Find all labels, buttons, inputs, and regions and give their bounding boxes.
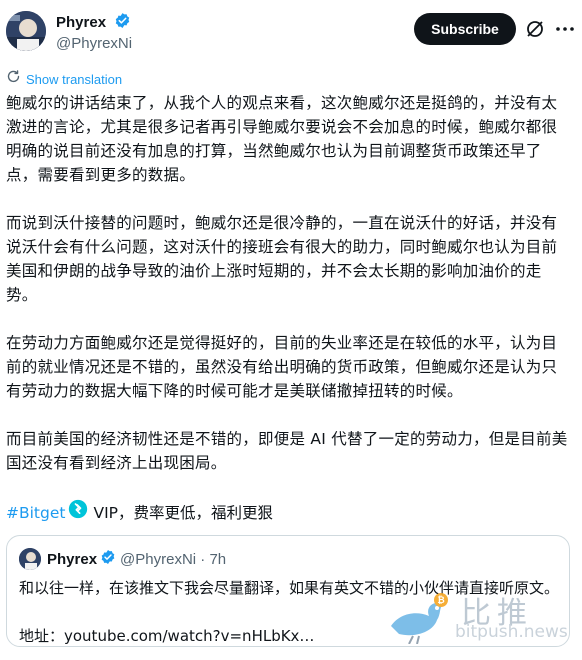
subscribe-button[interactable]: Subscribe <box>414 13 516 45</box>
quoted-author-name: Phyrex <box>47 550 98 568</box>
grok-icon[interactable] <box>523 17 547 41</box>
svg-text:₿: ₿ <box>437 595 444 606</box>
tweet-text: 鲍威尔的讲话结束了，从我个人的观点来看，这次鲍威尔还是挺鸽的，并没有太激进的言论… <box>6 91 570 526</box>
promo-text: VIP，费率更低，福利更狠 <box>93 503 273 522</box>
promo-line: #Bitget VIP，费率更低，福利更狠 <box>6 499 570 526</box>
hashtag-link[interactable]: #Bitget <box>6 501 65 525</box>
tweet-paragraph: 鲍威尔的讲话结束了，从我个人的观点来看，这次鲍威尔还是挺鸽的，并没有太激进的言论… <box>6 94 558 184</box>
author-handle[interactable]: @PhyrexNi <box>56 34 132 54</box>
author-avatar[interactable] <box>6 11 46 51</box>
verified-badge-icon <box>114 12 131 34</box>
author-display-name[interactable]: Phyrex <box>56 13 106 33</box>
show-translation-label[interactable]: Show translation <box>26 72 122 87</box>
author-identity: Phyrex @PhyrexNi <box>56 12 132 54</box>
tweet-paragraph: 而说到沃什接替的问题时，鲍威尔还是很冷静的，一直在说沃什的好话，并没有说沃什会有… <box>6 214 558 304</box>
bitpush-watermark: ₿ 比推 bitpush.news <box>385 588 575 648</box>
more-options-icon[interactable] <box>553 17 577 41</box>
show-translation-link[interactable]: Show translation <box>6 70 122 88</box>
quoted-author-avatar <box>19 548 41 570</box>
watermark-site: bitpush.news <box>455 622 568 642</box>
quoted-tweet-header: Phyrex @PhyrexNi · 7h <box>19 548 226 570</box>
verified-badge-icon <box>100 549 116 570</box>
bitget-logo-icon <box>68 499 88 526</box>
tweet-paragraph: 而目前美国的经济韧性还是不错的，即便是 AI 代替了一定的劳动力，但是目前美国还… <box>6 430 568 472</box>
translate-icon <box>6 69 21 89</box>
tweet-header: Phyrex @PhyrexNi Subscribe <box>0 0 582 64</box>
tweet-paragraph: 在劳动力方面鲍威尔还是觉得挺好的，目前的失业率还是在较低的水平，认为目前的就业情… <box>6 334 558 400</box>
quoted-author-handle-time: @PhyrexNi · 7h <box>120 550 227 568</box>
